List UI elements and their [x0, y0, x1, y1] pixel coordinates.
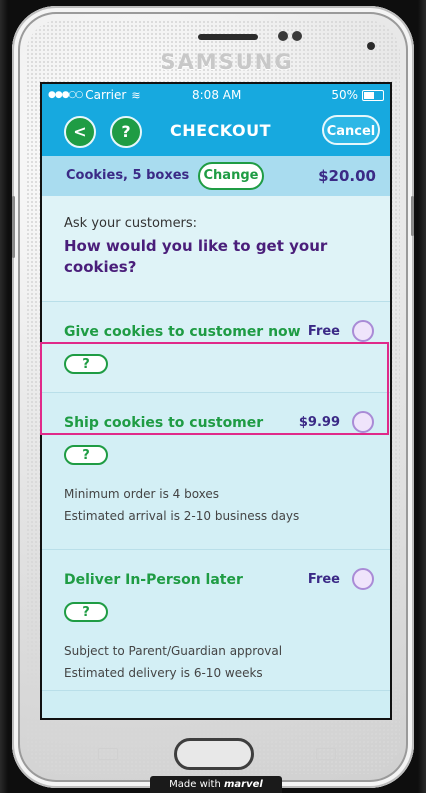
marvel-logo: marvel	[224, 779, 263, 790]
page-title: CHECKOUT	[170, 121, 271, 140]
brand-logo: SAMSUNG	[160, 50, 294, 74]
signal-icon: ●●●○○	[48, 90, 83, 100]
order-total: $20.00	[318, 167, 376, 185]
option-note: Minimum order is 4 boxes	[64, 487, 220, 501]
front-camera	[278, 31, 288, 41]
question-section: Ask your customers: How would you like t…	[42, 196, 390, 302]
question-text: How would you like to get your cookies?	[64, 237, 328, 276]
carrier-label: Carrier	[85, 88, 127, 102]
status-time: 8:08 AM	[192, 88, 242, 102]
option-note: Estimated delivery is 6-10 weeks	[64, 666, 263, 680]
made-with-label: Made with	[169, 779, 221, 790]
power-key	[411, 196, 414, 236]
option-deliver-later[interactable]: Deliver In-Person later Free ? Subject t…	[42, 550, 390, 691]
option-note: Subject to Parent/Guardian approval	[64, 644, 283, 658]
nav-bar: < ? CHECKOUT Cancel	[42, 106, 390, 156]
option-radio[interactable]	[352, 568, 374, 590]
speaker-grille	[198, 34, 258, 40]
option-title: Deliver In-Person later	[64, 572, 243, 588]
light-sensor	[367, 42, 375, 50]
cancel-button[interactable]: Cancel	[322, 115, 380, 145]
wifi-icon: ≋	[131, 88, 141, 102]
proximity-sensor	[292, 31, 302, 41]
option-radio[interactable]	[352, 320, 374, 342]
made-with-badge: Made with marvel	[150, 776, 282, 793]
order-description: Cookies, 5 boxes	[66, 168, 190, 183]
help-button[interactable]: ?	[110, 116, 142, 148]
option-note: Estimated arrival is 2-10 business days	[64, 509, 300, 523]
canvas: SAMSUNG ●●●○○ Carrier ≋ 8:08 AM 50% < ? …	[0, 0, 426, 793]
option-help-button[interactable]: ?	[64, 602, 108, 622]
change-button[interactable]: Change	[198, 162, 264, 190]
selection-highlight	[40, 342, 389, 435]
question-prompt: Ask your customers:	[64, 216, 198, 231]
back-button[interactable]: <	[64, 116, 96, 148]
option-help-button[interactable]: ?	[64, 445, 108, 465]
back-key[interactable]	[316, 748, 336, 760]
battery-icon	[362, 89, 384, 101]
battery-status: 50%	[331, 88, 384, 102]
order-summary: Cookies, 5 boxes Change $20.00	[42, 156, 390, 196]
option-price: Free	[307, 572, 340, 587]
option-price: Free	[307, 324, 340, 339]
home-button[interactable]	[174, 738, 254, 770]
battery-percent: 50%	[331, 88, 358, 102]
volume-key	[12, 196, 15, 258]
recent-apps-key[interactable]	[98, 748, 118, 760]
option-title: Give cookies to customer now	[64, 324, 301, 340]
status-bar: ●●●○○ Carrier ≋ 8:08 AM 50%	[42, 84, 390, 106]
